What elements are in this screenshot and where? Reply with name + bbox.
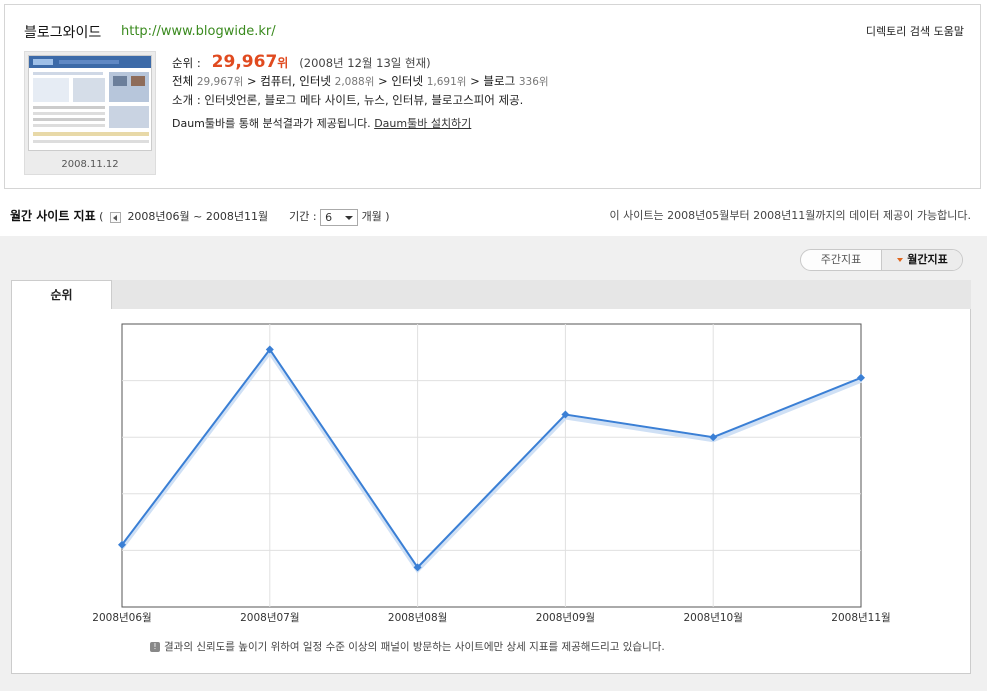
availability-note: 이 사이트는 2008년05월부터 2008년11월까지의 데이터 제공이 가능… — [609, 209, 971, 222]
chart-container: 2008년06월 2008년07월 2008년08월 2008년09월 2008년10월… — [11, 309, 971, 674]
chevron-right-icon: > — [378, 74, 388, 88]
category-blog[interactable]: 블로그 — [483, 74, 515, 88]
rank-line: 순위 : 29,967위 (2008년 12월 13일 현재) — [172, 53, 549, 72]
x-tick-label: 2008년08월 — [388, 612, 447, 624]
x-tick-label: 2008년10월 — [683, 612, 742, 624]
thumbnail-image — [28, 55, 152, 151]
prev-period-icon[interactable] — [109, 211, 121, 223]
rank-date: (2008년 12월 13일 현재) — [299, 56, 431, 70]
rank-value: 29,967 — [211, 52, 278, 72]
stats-header: 월간 사이트 지표 ( 2008년06월 ~ 2008년11월 기간 : 6 개… — [10, 206, 975, 226]
stats-panel: 주간지표 월간지표 순위 2008년06월 2008년07월 2008년08월 200… — [0, 236, 987, 691]
site-details: 순위 : 29,967위 (2008년 12월 13일 현재) 전체 29,96… — [172, 53, 549, 133]
x-tick-label: 2008년07월 — [240, 612, 299, 624]
weekly-toggle-button[interactable]: 주간지표 — [801, 250, 881, 270]
tab-rank[interactable]: 순위 — [11, 280, 112, 310]
tab-strip: 순위 — [11, 280, 971, 310]
category-all-rank: 29,967위 — [196, 76, 244, 88]
site-title[interactable]: 블로그와이드 — [24, 22, 101, 42]
x-tick-label: 2008년06월 — [92, 612, 151, 624]
rank-line-chart: 2008년06월 2008년07월 2008년08월 2008년09월 2008년10월… — [92, 323, 891, 624]
plot-area — [121, 323, 862, 608]
install-toolbar-link[interactable]: Daum툴바 설치하기 — [374, 117, 471, 130]
period-label: 기간 : — [289, 210, 317, 223]
footnote: ! 결과의 신뢰도를 높이기 위하여 일정 수준 이상의 패널이 방문하는 사이트… — [150, 639, 665, 654]
category-internet[interactable]: 인터넷 — [391, 74, 423, 88]
stats-title: 월간 사이트 지표 — [10, 209, 96, 223]
period-select[interactable]: 6 — [320, 208, 359, 226]
thumbnail-date: 2008.11.12 — [61, 159, 119, 170]
rank-label: 순위 : — [172, 56, 201, 70]
x-tick-label: 2008년09월 — [536, 612, 595, 624]
intro-line: 소개 : 인터넷언론, 블로그 메타 사이트, 뉴스, 인터뷰, 블로고스피어 … — [172, 91, 549, 110]
open-paren: ( — [99, 210, 104, 223]
chevron-down-icon — [345, 215, 354, 220]
category-blog-rank: 336위 — [518, 76, 549, 88]
chevron-right-icon: > — [246, 74, 257, 88]
category-internet-rank: 1,691위 — [426, 76, 467, 88]
intro-text: 인터넷언론, 블로그 메타 사이트, 뉴스, 인터뷰, 블로고스피어 제공. — [204, 93, 524, 107]
chevron-right-icon: > — [470, 74, 480, 88]
triangle-down-icon — [897, 258, 904, 262]
x-tick-label: 2008년11월 — [831, 612, 890, 624]
directory-help-link[interactable]: 디렉토리 검색 도움말 — [866, 23, 964, 39]
period-select-value: 6 — [325, 210, 333, 224]
toolbar-note-text: Daum툴바를 통해 분석결과가 제공됩니다. — [172, 117, 371, 130]
view-toggle: 주간지표 월간지표 — [800, 249, 963, 271]
site-info-box: 블로그와이드 http://www.blogwide.kr/ 디렉토리 검색 도… — [4, 4, 981, 189]
site-thumbnail[interactable]: 2008.11.12 — [24, 51, 156, 175]
date-range: 2008년06월 ~ 2008년11월 — [127, 210, 269, 223]
footnote-text: 결과의 신뢰도를 높이기 위하여 일정 수준 이상의 패널이 방문하는 사이트에… — [164, 641, 665, 653]
info-icon: ! — [150, 642, 160, 652]
site-url[interactable]: http://www.blogwide.kr/ — [121, 24, 276, 39]
monthly-toggle-button[interactable]: 월간지표 — [881, 250, 962, 270]
category-path: 전체 29,967위 > 컴퓨터, 인터넷 2,088위 > 인터넷 1,691… — [172, 72, 549, 91]
monthly-toggle-label: 월간지표 — [907, 253, 948, 266]
category-all[interactable]: 전체 — [172, 74, 193, 88]
intro-label: 소개 : — [172, 93, 201, 107]
category-computer-rank: 2,088위 — [334, 76, 375, 88]
toolbar-note: Daum툴바를 통해 분석결과가 제공됩니다. Daum툴바 설치하기 — [172, 114, 549, 133]
category-computer[interactable]: 컴퓨터, 인터넷 — [260, 74, 331, 88]
rank-unit: 위 — [277, 56, 289, 70]
period-unit: 개월 ) — [361, 210, 390, 223]
